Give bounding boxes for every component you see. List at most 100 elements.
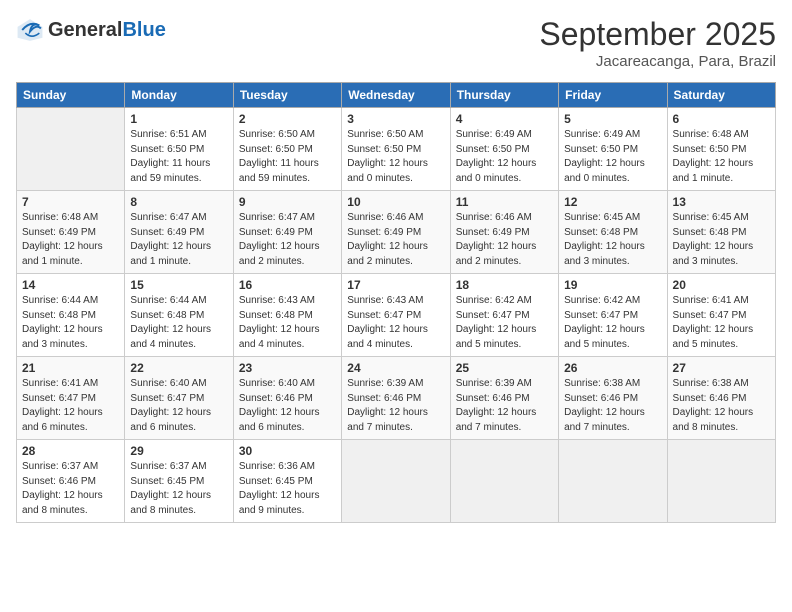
calendar-week-5: 28Sunrise: 6:37 AM Sunset: 6:46 PM Dayli… <box>17 440 776 523</box>
calendar-cell <box>17 108 125 191</box>
calendar-cell: 10 Sunrise: 6:46 AM Sunset: 6:49 PM Dayli… <box>342 191 450 274</box>
calendar-cell <box>667 440 775 523</box>
day-info: Sunrise: 6:40 AM Sunset: 6:46 PM Dayligh… <box>239 377 336 435</box>
calendar-cell: 24 Sunrise: 6:39 AM Sunset: 6:46 PM Dayli… <box>342 357 450 440</box>
weekday-header-sunday: Sunday <box>17 83 125 108</box>
day-number: 27 <box>673 361 770 375</box>
day-info: Sunrise: 6:44 AM Sunset: 6:48 PM Dayligh… <box>22 294 119 352</box>
day-number: 21 <box>22 361 119 375</box>
weekday-header-friday: Friday <box>559 83 667 108</box>
calendar-week-4: 21Sunrise: 6:41 AM Sunset: 6:47 PM Dayli… <box>17 357 776 440</box>
day-info: Sunrise: 6:51 AM Sunset: 6:50 PM Dayligh… <box>130 128 227 186</box>
day-number: 30 <box>239 444 336 458</box>
calendar-cell: 11Sunrise: 6:46 AM Sunset: 6:49 PM Dayli… <box>450 191 558 274</box>
day-number: 24 <box>347 361 444 375</box>
calendar-cell: 12Sunrise: 6:45 AM Sunset: 6:48 PM Dayli… <box>559 191 667 274</box>
day-info: Sunrise: 6:47 AM Sunset: 6:49 PM Dayligh… <box>239 211 336 269</box>
day-number: 10 <box>347 195 444 209</box>
day-info: Sunrise: 6:49 AM Sunset: 6:50 PM Dayligh… <box>456 128 553 186</box>
day-info: Sunrise: 6:48 AM Sunset: 6:49 PM Dayligh… <box>22 211 119 269</box>
calendar-cell: 28Sunrise: 6:37 AM Sunset: 6:46 PM Dayli… <box>17 440 125 523</box>
day-number: 25 <box>456 361 553 375</box>
title-block: September 2025 Jacareacanga, Para, Brazi… <box>539 16 776 70</box>
calendar-cell: 18Sunrise: 6:42 AM Sunset: 6:47 PM Dayli… <box>450 274 558 357</box>
weekday-header-monday: Monday <box>125 83 233 108</box>
calendar-cell: 21Sunrise: 6:41 AM Sunset: 6:47 PM Dayli… <box>17 357 125 440</box>
calendar-cell: 3 Sunrise: 6:50 AM Sunset: 6:50 PM Daylig… <box>342 108 450 191</box>
calendar-cell: 13 Sunrise: 6:45 AM Sunset: 6:48 PM Dayli… <box>667 191 775 274</box>
weekday-header-wednesday: Wednesday <box>342 83 450 108</box>
day-number: 16 <box>239 278 336 292</box>
weekday-header-thursday: Thursday <box>450 83 558 108</box>
logo-icon <box>16 16 44 44</box>
day-number: 14 <box>22 278 119 292</box>
calendar-week-3: 14 Sunrise: 6:44 AM Sunset: 6:48 PM Dayli… <box>17 274 776 357</box>
calendar-cell: 1 Sunrise: 6:51 AM Sunset: 6:50 PM Daylig… <box>125 108 233 191</box>
day-number: 6 <box>673 112 770 126</box>
logo: GeneralBlue <box>16 16 166 44</box>
day-info: Sunrise: 6:48 AM Sunset: 6:50 PM Dayligh… <box>673 128 770 186</box>
calendar-cell: 7Sunrise: 6:48 AM Sunset: 6:49 PM Daylig… <box>17 191 125 274</box>
day-info: Sunrise: 6:42 AM Sunset: 6:47 PM Dayligh… <box>456 294 553 352</box>
calendar-cell <box>559 440 667 523</box>
calendar-cell: 30 Sunrise: 6:36 AM Sunset: 6:45 PM Dayli… <box>233 440 341 523</box>
day-number: 4 <box>456 112 553 126</box>
day-info: Sunrise: 6:46 AM Sunset: 6:49 PM Dayligh… <box>456 211 553 269</box>
day-number: 15 <box>130 278 227 292</box>
day-info: Sunrise: 6:50 AM Sunset: 6:50 PM Dayligh… <box>239 128 336 186</box>
calendar-cell: 26 Sunrise: 6:38 AM Sunset: 6:46 PM Dayli… <box>559 357 667 440</box>
day-info: Sunrise: 6:43 AM Sunset: 6:48 PM Dayligh… <box>239 294 336 352</box>
calendar-cell: 19Sunrise: 6:42 AM Sunset: 6:47 PM Dayli… <box>559 274 667 357</box>
day-info: Sunrise: 6:45 AM Sunset: 6:48 PM Dayligh… <box>673 211 770 269</box>
day-info: Sunrise: 6:44 AM Sunset: 6:48 PM Dayligh… <box>130 294 227 352</box>
location-title: Jacareacanga, Para, Brazil <box>539 53 776 70</box>
day-number: 17 <box>347 278 444 292</box>
calendar-cell: 9 Sunrise: 6:47 AM Sunset: 6:49 PM Daylig… <box>233 191 341 274</box>
day-info: Sunrise: 6:49 AM Sunset: 6:50 PM Dayligh… <box>564 128 661 186</box>
day-info: Sunrise: 6:40 AM Sunset: 6:47 PM Dayligh… <box>130 377 227 435</box>
calendar-week-1: 1 Sunrise: 6:51 AM Sunset: 6:50 PM Daylig… <box>17 108 776 191</box>
calendar-cell: 20Sunrise: 6:41 AM Sunset: 6:47 PM Dayli… <box>667 274 775 357</box>
calendar-cell: 4 Sunrise: 6:49 AM Sunset: 6:50 PM Daylig… <box>450 108 558 191</box>
calendar-cell: 22 Sunrise: 6:40 AM Sunset: 6:47 PM Dayli… <box>125 357 233 440</box>
calendar-cell: 29 Sunrise: 6:37 AM Sunset: 6:45 PM Dayli… <box>125 440 233 523</box>
calendar-cell <box>450 440 558 523</box>
calendar-cell: 27 Sunrise: 6:38 AM Sunset: 6:46 PM Dayli… <box>667 357 775 440</box>
day-number: 19 <box>564 278 661 292</box>
day-number: 13 <box>673 195 770 209</box>
calendar-week-2: 7Sunrise: 6:48 AM Sunset: 6:49 PM Daylig… <box>17 191 776 274</box>
page-header: GeneralBlue September 2025 Jacareacanga,… <box>16 16 776 70</box>
day-number: 2 <box>239 112 336 126</box>
day-number: 22 <box>130 361 227 375</box>
day-info: Sunrise: 6:50 AM Sunset: 6:50 PM Dayligh… <box>347 128 444 186</box>
day-info: Sunrise: 6:47 AM Sunset: 6:49 PM Dayligh… <box>130 211 227 269</box>
calendar-cell: 16 Sunrise: 6:43 AM Sunset: 6:48 PM Dayli… <box>233 274 341 357</box>
day-number: 23 <box>239 361 336 375</box>
calendar-cell: 5 Sunrise: 6:49 AM Sunset: 6:50 PM Daylig… <box>559 108 667 191</box>
day-number: 3 <box>347 112 444 126</box>
day-info: Sunrise: 6:39 AM Sunset: 6:46 PM Dayligh… <box>347 377 444 435</box>
day-info: Sunrise: 6:36 AM Sunset: 6:45 PM Dayligh… <box>239 460 336 518</box>
calendar-cell: 15 Sunrise: 6:44 AM Sunset: 6:48 PM Dayli… <box>125 274 233 357</box>
day-number: 1 <box>130 112 227 126</box>
day-number: 9 <box>239 195 336 209</box>
day-info: Sunrise: 6:38 AM Sunset: 6:46 PM Dayligh… <box>673 377 770 435</box>
calendar-cell: 2 Sunrise: 6:50 AM Sunset: 6:50 PM Daylig… <box>233 108 341 191</box>
day-number: 29 <box>130 444 227 458</box>
day-number: 12 <box>564 195 661 209</box>
day-info: Sunrise: 6:38 AM Sunset: 6:46 PM Dayligh… <box>564 377 661 435</box>
weekday-header-tuesday: Tuesday <box>233 83 341 108</box>
calendar-cell: 8Sunrise: 6:47 AM Sunset: 6:49 PM Daylig… <box>125 191 233 274</box>
calendar-cell: 23 Sunrise: 6:40 AM Sunset: 6:46 PM Dayli… <box>233 357 341 440</box>
day-number: 26 <box>564 361 661 375</box>
calendar-cell: 14 Sunrise: 6:44 AM Sunset: 6:48 PM Dayli… <box>17 274 125 357</box>
day-info: Sunrise: 6:43 AM Sunset: 6:47 PM Dayligh… <box>347 294 444 352</box>
logo-text-blue: Blue <box>122 19 165 41</box>
day-info: Sunrise: 6:46 AM Sunset: 6:49 PM Dayligh… <box>347 211 444 269</box>
calendar-cell: 25 Sunrise: 6:39 AM Sunset: 6:46 PM Dayli… <box>450 357 558 440</box>
day-info: Sunrise: 6:37 AM Sunset: 6:45 PM Dayligh… <box>130 460 227 518</box>
day-info: Sunrise: 6:39 AM Sunset: 6:46 PM Dayligh… <box>456 377 553 435</box>
weekday-header-saturday: Saturday <box>667 83 775 108</box>
calendar-cell: 17 Sunrise: 6:43 AM Sunset: 6:47 PM Dayli… <box>342 274 450 357</box>
day-number: 5 <box>564 112 661 126</box>
